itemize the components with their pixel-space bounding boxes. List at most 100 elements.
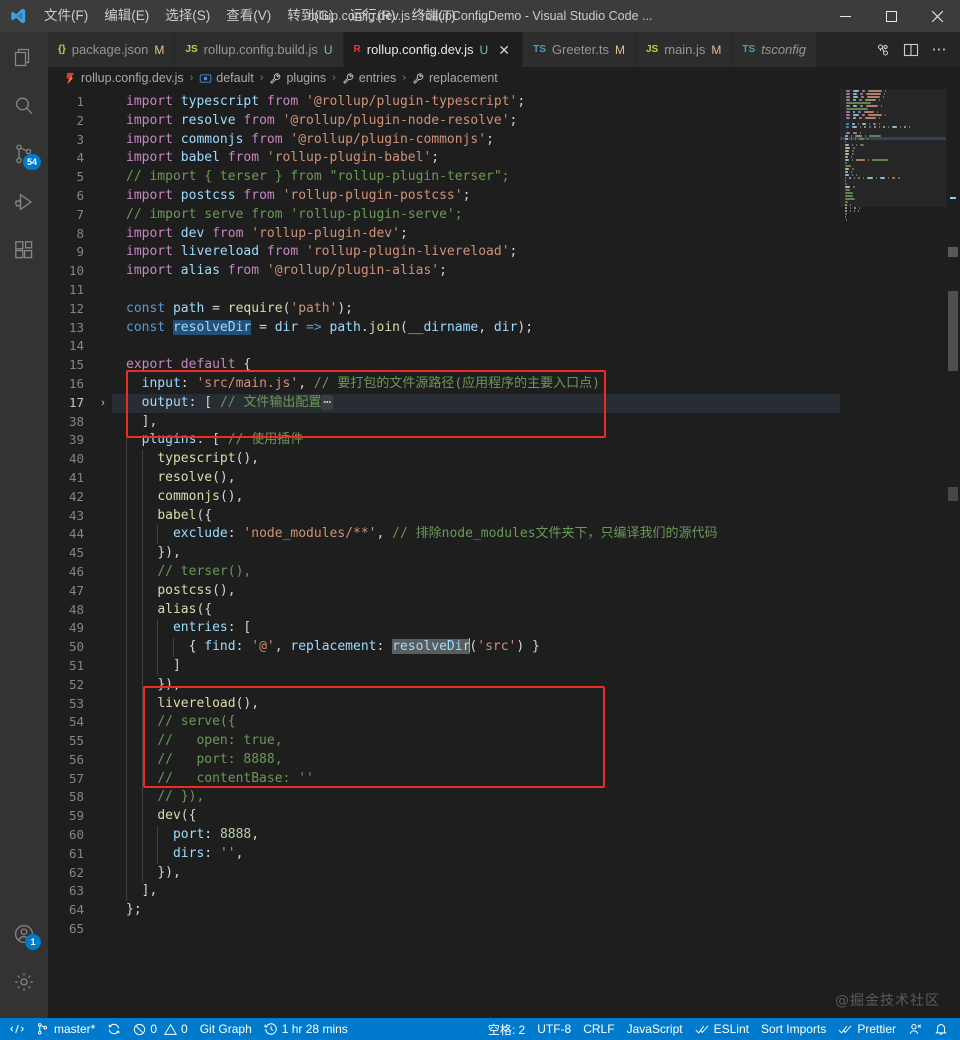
- code-line[interactable]: entries: [: [112, 619, 960, 639]
- status-indentation[interactable]: 空格: 2: [482, 1018, 531, 1040]
- fold-gutter[interactable]: ›: [94, 89, 112, 1018]
- code-line[interactable]: import postcss from 'rollup-plugin-postc…: [112, 187, 960, 206]
- sidebar-item-source-control[interactable]: 54: [0, 130, 48, 178]
- editor-tabs[interactable]: {} package.json M JS rollup.config.build.js U…: [48, 32, 818, 67]
- code-line[interactable]: [112, 281, 960, 300]
- breadcrumb-item-1[interactable]: default: [197, 71, 256, 85]
- code-line[interactable]: import babel from 'rollup-plugin-babel';: [112, 149, 960, 168]
- code-line[interactable]: // terser(),: [112, 562, 960, 582]
- code-line[interactable]: import resolve from '@rollup/plugin-node…: [112, 112, 960, 131]
- code-line[interactable]: output: [ // 文件输出配置 ⋯: [112, 393, 960, 413]
- menu-item-2[interactable]: 选择(S): [157, 0, 218, 32]
- code-line[interactable]: }),: [112, 675, 960, 695]
- code-line[interactable]: import alias from '@rollup/plugin-alias'…: [112, 262, 960, 281]
- code-line[interactable]: postcss(),: [112, 581, 960, 601]
- code-line[interactable]: dev({: [112, 807, 960, 827]
- breadcrumb-item-0[interactable]: rollup.config.dev.js: [62, 71, 186, 85]
- code-line[interactable]: plugins: [ // 使用插件: [112, 431, 960, 451]
- code-line[interactable]: ]: [112, 656, 960, 676]
- code-line[interactable]: // }),: [112, 788, 960, 808]
- code-line[interactable]: exclude: 'node_modules/**', // 排除node_mo…: [112, 525, 960, 545]
- status-problems[interactable]: 0 0: [127, 1018, 193, 1040]
- code-line[interactable]: // open: true,: [112, 732, 960, 751]
- fold-chevron-icon[interactable]: ›: [94, 394, 112, 413]
- breadcrumb[interactable]: rollup.config.dev.js › default › plugins › ent…: [48, 67, 960, 89]
- menu-bar[interactable]: 文件(F) 编辑(E) 选择(S) 查看(V) 转到(G) 运行(R) 终端(T)…: [36, 0, 498, 32]
- code-line[interactable]: export default {: [112, 356, 960, 375]
- sidebar-item-run-and-debug[interactable]: [0, 178, 48, 226]
- code-line[interactable]: [112, 337, 960, 356]
- menu-item-7[interactable]: …: [464, 0, 499, 32]
- scrollbar-thumb[interactable]: [948, 291, 958, 371]
- status-git-branch[interactable]: master*: [30, 1018, 101, 1040]
- editor-tab-main-js[interactable]: JS main.js M: [636, 32, 733, 67]
- code-line[interactable]: port: 8888,: [112, 826, 960, 845]
- code-line[interactable]: babel({: [112, 506, 960, 526]
- menu-item-4[interactable]: 转到(G): [279, 0, 342, 32]
- status-live-share[interactable]: [902, 1018, 928, 1040]
- status-sync-changes[interactable]: [101, 1018, 127, 1040]
- code-line[interactable]: ],: [112, 412, 960, 432]
- status-language-mode[interactable]: JavaScript: [621, 1018, 689, 1040]
- code-line[interactable]: // port: 8888,: [112, 750, 960, 770]
- split-editor-icon[interactable]: [898, 35, 924, 65]
- close-button[interactable]: [914, 0, 960, 32]
- code-line[interactable]: import livereload from 'rollup-plugin-li…: [112, 243, 960, 262]
- status-eol[interactable]: CRLF: [577, 1018, 620, 1040]
- menu-item-3[interactable]: 查看(V): [218, 0, 279, 32]
- more-actions-icon[interactable]: ⋯: [926, 35, 952, 65]
- manage-settings-button[interactable]: [0, 958, 48, 1006]
- code-line[interactable]: }),: [112, 544, 960, 563]
- editor-tab-rollup-config-build-js[interactable]: JS rollup.config.build.js U: [175, 32, 344, 67]
- code-text[interactable]: import typescript from '@rollup/plugin-t…: [112, 89, 960, 1018]
- run-or-debug-icon[interactable]: [870, 35, 896, 65]
- minimap-slider[interactable]: [840, 89, 946, 207]
- code-line[interactable]: // contentBase: '': [112, 769, 960, 789]
- code-line[interactable]: };: [112, 901, 960, 920]
- status-sort-imports[interactable]: Sort Imports: [755, 1018, 832, 1040]
- code-line[interactable]: // serve({: [112, 713, 960, 733]
- code-line[interactable]: input: 'src/main.js', // 要打包的文件源路径(应用程序的…: [112, 374, 960, 394]
- code-line[interactable]: ],: [112, 882, 960, 902]
- menu-item-5[interactable]: 运行(R): [342, 0, 404, 32]
- status-encoding[interactable]: UTF-8: [531, 1018, 577, 1040]
- sidebar-item-extensions[interactable]: [0, 226, 48, 274]
- code-line[interactable]: import commonjs from '@rollup/plugin-com…: [112, 131, 960, 150]
- code-line[interactable]: dirs: '',: [112, 844, 960, 864]
- status-wakatime[interactable]: 1 hr 28 mins: [258, 1018, 354, 1040]
- code-line[interactable]: }),: [112, 863, 960, 883]
- close-icon[interactable]: ✕: [496, 43, 512, 57]
- accounts-button[interactable]: 1: [0, 910, 48, 958]
- editor-tab-rollup-config-dev-js[interactable]: Rrollup.config.dev.js U ✕: [343, 32, 524, 67]
- editor-tab-greeter-ts[interactable]: TS Greeter.ts M: [523, 32, 636, 67]
- sidebar-item-explorer[interactable]: [0, 34, 48, 82]
- status-git-graph[interactable]: Git Graph: [194, 1018, 258, 1040]
- code-line[interactable]: [112, 920, 960, 939]
- status-prettier[interactable]: Prettier: [832, 1018, 902, 1040]
- status-remote-indicator[interactable]: [2, 1018, 30, 1040]
- code-line[interactable]: import dev from 'rollup-plugin-dev';: [112, 225, 960, 244]
- breadcrumb-item-3[interactable]: entries: [340, 71, 399, 85]
- editor-scrollbar[interactable]: [946, 89, 960, 1018]
- code-line[interactable]: livereload(),: [112, 694, 960, 714]
- code-line[interactable]: import typescript from '@rollup/plugin-t…: [112, 93, 960, 112]
- minimap[interactable]: [840, 89, 946, 1018]
- editor-tab-package-json[interactable]: {} package.json M: [48, 32, 176, 67]
- sidebar-item-search[interactable]: [0, 82, 48, 130]
- code-line[interactable]: { find: '@', replacement: resolveDir('sr…: [112, 638, 960, 657]
- minimize-button[interactable]: [822, 0, 868, 32]
- code-line[interactable]: alias({: [112, 600, 960, 620]
- code-line[interactable]: resolve(),: [112, 468, 960, 488]
- code-line[interactable]: // import serve from 'rollup-plugin-serv…: [112, 206, 960, 225]
- code-line[interactable]: commonjs(),: [112, 487, 960, 507]
- status-eslint[interactable]: ESLint: [689, 1018, 755, 1040]
- code-line[interactable]: typescript(),: [112, 450, 960, 469]
- editor-tab-tsconfig[interactable]: TS tsconfig: [732, 32, 818, 67]
- breadcrumb-item-4[interactable]: replacement: [410, 71, 500, 85]
- menu-item-1[interactable]: 编辑(E): [96, 0, 157, 32]
- maximize-button[interactable]: [868, 0, 914, 32]
- breadcrumb-item-2[interactable]: plugins: [267, 71, 328, 85]
- code-line[interactable]: const resolveDir = dir => path.join(__di…: [112, 319, 960, 338]
- menu-item-0[interactable]: 文件(F): [36, 0, 96, 32]
- code-line[interactable]: const path = require('path');: [112, 300, 960, 319]
